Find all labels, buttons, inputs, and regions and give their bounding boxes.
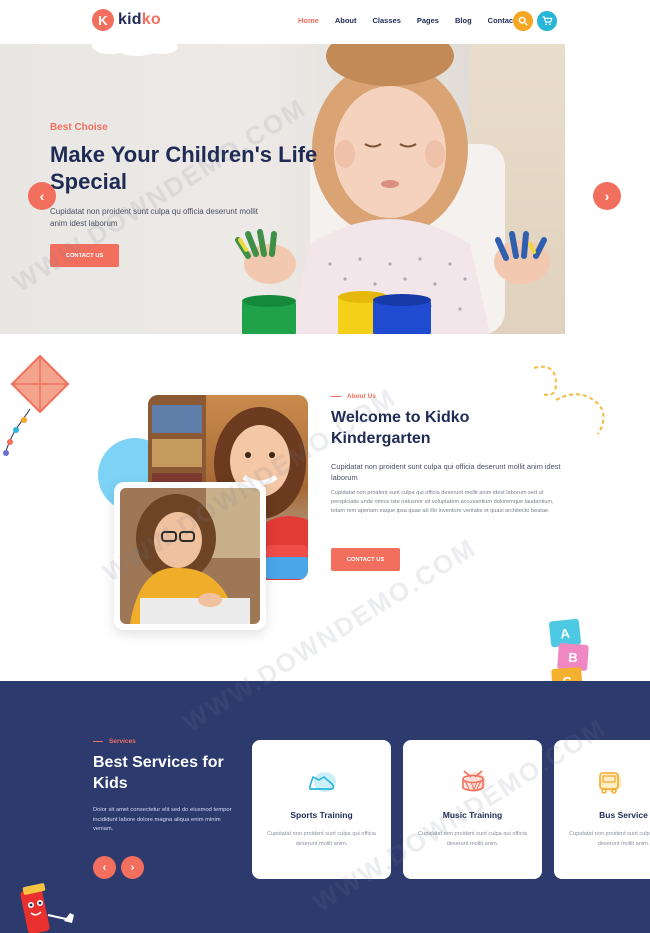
cart-button[interactable] xyxy=(537,11,557,31)
services-text: Dolor sit amet consectetur elit sed do e… xyxy=(93,807,232,832)
logo-text-b: ko xyxy=(141,11,161,28)
services-kicker-text: Services xyxy=(109,738,136,745)
logo-text: kidko xyxy=(118,11,161,29)
about-photo-girl-studying xyxy=(114,482,266,630)
cart-icon xyxy=(542,16,552,26)
hero-prev-button[interactable]: ‹ xyxy=(28,182,56,210)
about-body-text: Cupidatat non proident sunt culpa qui of… xyxy=(331,490,554,514)
service-card-text: Cupidatat non proident sunt culpa qui of… xyxy=(418,831,527,847)
block-a-label: A xyxy=(559,625,571,641)
about-kicker: About Us xyxy=(331,393,376,400)
main-nav: Home About Classes Pages Blog Contact xyxy=(298,16,532,25)
nav-home[interactable]: Home xyxy=(298,16,319,25)
service-card-title: Music Training xyxy=(442,810,503,820)
chevron-right-icon: › xyxy=(604,188,610,204)
about-section: A B C xyxy=(0,334,650,696)
hero-slider: Best Choise Make Your Children's Life Sp… xyxy=(0,44,650,334)
about-contact-button[interactable]: CONTACT US xyxy=(331,548,400,571)
drum-icon xyxy=(461,770,486,792)
kicker-dash xyxy=(93,740,103,743)
girl-studying-image xyxy=(120,488,260,624)
logo[interactable]: K kidko xyxy=(92,9,161,31)
service-card-music[interactable]: Music Training Cupidatat non proident su… xyxy=(403,740,542,879)
service-card-sports[interactable]: Sports Training Cupidatat non proident s… xyxy=(252,740,391,879)
services-prev-button[interactable]: ‹ xyxy=(93,856,116,879)
hero-contact-button[interactable]: CONTACT US xyxy=(50,244,119,267)
service-card-title: Bus Service xyxy=(599,810,648,820)
bus-icon xyxy=(599,772,622,794)
page: K kidko Home About Classes Pages Blog Co… xyxy=(0,0,650,933)
service-card-text: Cupidatat non proident sunt culpa qui of… xyxy=(267,831,376,847)
logo-mark: K xyxy=(92,9,114,31)
hero-kicker: Best Choise xyxy=(50,122,108,133)
hero-text: Cupidatat non proident sunt culpa qu off… xyxy=(50,207,258,228)
services-section: Services Best Services for Kids Dolor si… xyxy=(0,681,650,933)
chevron-right-icon: › xyxy=(130,861,135,874)
chevron-left-icon: ‹ xyxy=(39,188,45,204)
logo-text-a: kid xyxy=(118,11,142,28)
chevron-left-icon: ‹ xyxy=(102,861,107,874)
services-kicker: Services xyxy=(93,738,136,745)
about-title: Welcome to Kidko Kindergarten xyxy=(331,409,470,447)
hero-next-button[interactable]: › xyxy=(593,182,621,210)
service-card-bus[interactable]: Bus Service Cupidatat non proident sunt … xyxy=(554,740,650,879)
dotted-swirl-decoration xyxy=(533,365,605,435)
site-header: K kidko Home About Classes Pages Blog Co… xyxy=(0,0,650,44)
block-b-label: B xyxy=(567,649,579,665)
hero-title: Make Your Children's Life Special xyxy=(50,142,318,194)
pencil-mascot-icon xyxy=(20,883,74,933)
search-button[interactable] xyxy=(513,11,533,31)
services-next-button[interactable]: › xyxy=(121,856,144,879)
nav-blog[interactable]: Blog xyxy=(455,16,472,25)
about-lead-text: Cupidatat non proident sunt culpa qui of… xyxy=(331,462,561,482)
nav-contact[interactable]: Contact xyxy=(488,16,516,25)
service-card-text: Cupidatat non proident sunt culpa qui of… xyxy=(569,831,650,847)
kicker-dash xyxy=(331,395,341,398)
kite-icon xyxy=(3,354,70,456)
search-icon xyxy=(518,16,528,26)
services-title: Best Services for Kids xyxy=(93,754,224,792)
nav-pages[interactable]: Pages xyxy=(417,16,439,25)
service-card-title: Sports Training xyxy=(290,810,353,820)
nav-about[interactable]: About xyxy=(335,16,357,25)
about-kicker-text: About Us xyxy=(347,393,376,400)
shoe-icon xyxy=(308,772,336,792)
nav-classes[interactable]: Classes xyxy=(373,16,401,25)
